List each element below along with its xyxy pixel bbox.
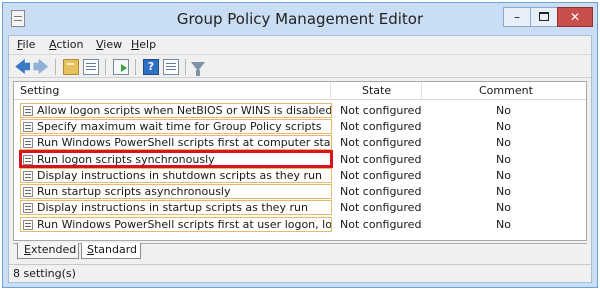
view-tabs: Extended Standard [13,243,587,261]
comment-cell: No [496,185,511,198]
comment-cell: No [496,104,511,117]
table-row[interactable]: Display instructions in startup scripts … [14,200,586,216]
comment-cell: No [496,201,511,214]
comment-cell: No [496,218,511,231]
table-row[interactable]: Specify maximum wait time for Group Poli… [14,119,586,135]
setting-cell[interactable]: Allow logon scripts when NetBIOS or WINS… [20,103,332,118]
column-header-state[interactable]: State [362,84,391,97]
setting-cell[interactable]: Run startup scripts asynchronously [20,184,332,199]
state-cell: Not configured [340,120,422,133]
toolbar-separator [105,59,106,75]
policy-setting-icon [23,203,33,213]
state-cell: Not configured [340,218,422,231]
table-row[interactable]: Run startup scripts asynchronously Not c… [14,184,586,200]
comment-cell: No [496,136,511,149]
tab-extended[interactable]: Extended [17,243,79,259]
policy-setting-icon [23,106,33,116]
show-hide-pane-icon[interactable] [83,59,99,75]
policy-setting-icon [23,138,33,148]
list-header: Setting State Comment [14,82,586,100]
menu-help[interactable]: Help [131,38,156,51]
column-header-setting[interactable]: Setting [20,84,59,97]
comment-cell: No [496,153,511,166]
state-cell: Not configured [340,104,422,117]
policy-setting-icon [23,220,33,230]
properties-icon[interactable] [163,59,179,75]
policy-setting-icon [23,187,33,197]
table-row[interactable]: Display instructions in shutdown scripts… [14,168,586,184]
comment-cell: No [496,169,511,182]
close-button[interactable]: ✕ [557,7,593,27]
title-bar[interactable]: Group Policy Management Editor – ✕ [3,3,597,35]
help-icon[interactable]: ? [143,59,159,75]
state-cell: Not configured [340,136,422,149]
status-bar: 8 setting(s) [9,264,591,282]
setting-cell[interactable]: Display instructions in startup scripts … [20,200,332,215]
column-divider[interactable] [330,82,331,100]
back-arrow-icon[interactable]: 🡄 [15,59,31,75]
filter-icon[interactable] [191,62,205,76]
setting-cell[interactable]: Run Windows PowerShell scripts first at … [20,217,332,232]
setting-cell[interactable]: Run Windows PowerShell scripts first at … [20,135,332,150]
maximize-icon [539,12,549,21]
client-area: File Action View Help 🡄 🡆 ? Setting Stat… [8,35,592,283]
column-divider[interactable] [421,82,422,100]
toolbar-separator [185,59,186,75]
table-row[interactable]: Allow logon scripts when NetBIOS or WINS… [14,103,586,119]
menu-action[interactable]: Action [49,38,83,51]
table-row[interactable]: Run Windows PowerShell scripts first at … [14,135,586,151]
toolbar-separator [55,59,56,75]
policy-setting-icon [23,171,33,181]
comment-cell: No [496,120,511,133]
state-cell: Not configured [340,185,422,198]
menu-file[interactable]: File [17,38,35,51]
state-cell: Not configured [340,201,422,214]
toolbar-separator [135,59,136,75]
toolbar: 🡄 🡆 ? [9,54,591,78]
status-text: 8 setting(s) [13,267,76,280]
editor-window: Group Policy Management Editor – ✕ File … [2,2,598,288]
export-list-icon[interactable] [113,59,129,75]
setting-cell[interactable]: Specify maximum wait time for Group Poli… [20,119,332,134]
minimize-button[interactable]: – [503,7,531,27]
setting-cell[interactable]: Display instructions in shutdown scripts… [20,168,332,183]
policy-setting-icon [23,122,33,132]
menu-view[interactable]: View [96,38,122,51]
up-folder-icon[interactable] [63,59,79,75]
tab-standard[interactable]: Standard [81,243,141,259]
column-header-comment[interactable]: Comment [479,84,533,97]
state-cell: Not configured [340,169,422,182]
menu-bar: File Action View Help [9,36,591,54]
table-row[interactable]: Run Windows PowerShell scripts first at … [14,217,586,233]
settings-list: Setting State Comment Allow logon script… [13,81,587,241]
state-cell: Not configured [340,153,422,166]
forward-arrow-icon[interactable]: 🡆 [33,59,49,75]
maximize-button[interactable] [530,7,558,27]
highlight-box [19,150,333,168]
